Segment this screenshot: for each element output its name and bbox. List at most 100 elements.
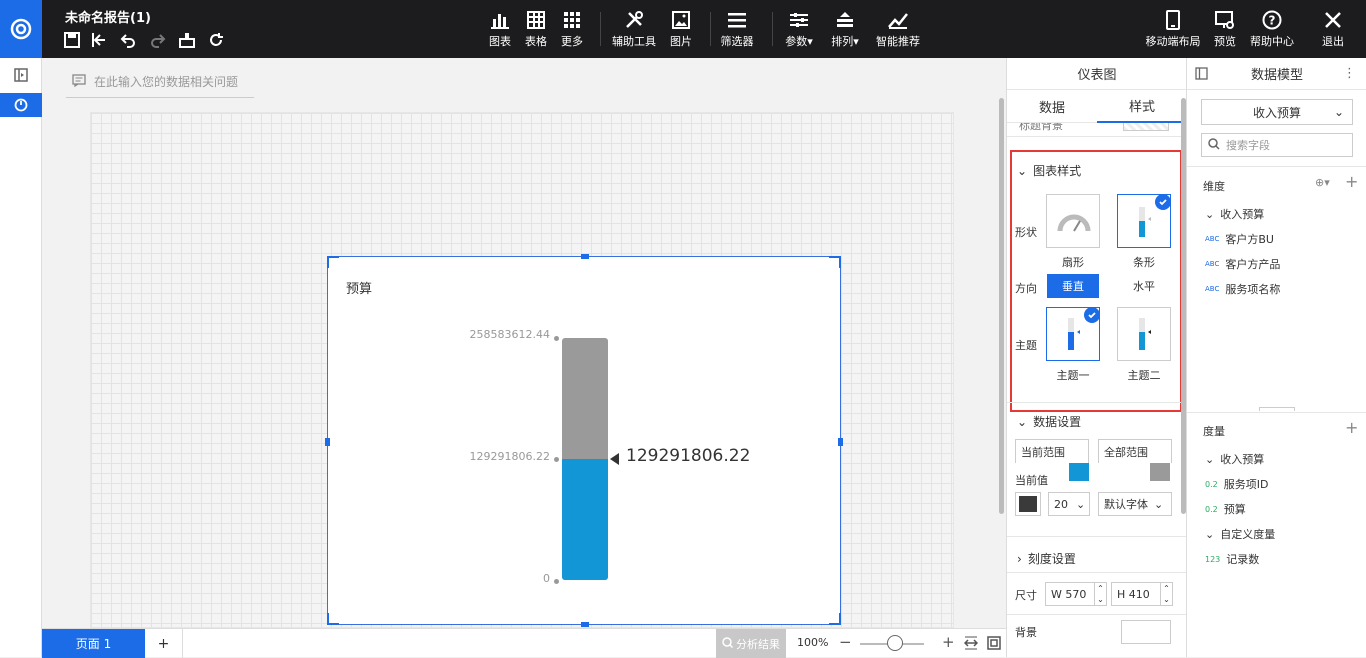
- undo-icon[interactable]: [118, 30, 138, 50]
- zoom-slider-knob[interactable]: [887, 635, 903, 651]
- fit-width-icon[interactable]: [963, 636, 979, 653]
- divider: [1007, 136, 1187, 137]
- arrange-button[interactable]: 排列▾: [826, 8, 864, 49]
- param-button[interactable]: 参数▾: [780, 8, 818, 49]
- font-color-picker[interactable]: [1015, 492, 1041, 516]
- resize-corner[interactable]: [327, 256, 339, 268]
- report-canvas[interactable]: 预算 258583612.44 129291806.22 0 129291806…: [90, 112, 954, 628]
- resize-corner[interactable]: [829, 613, 841, 625]
- dimension-field[interactable]: ABC 服务项名称: [1205, 281, 1280, 297]
- measure-field[interactable]: 0.2 预算: [1205, 501, 1246, 517]
- background-color-picker[interactable]: [1121, 620, 1171, 644]
- all-range-color[interactable]: [1150, 463, 1170, 481]
- zoom-in-button[interactable]: +: [942, 633, 955, 651]
- font-size-select[interactable]: 20 ⌄: [1048, 492, 1090, 516]
- page-tab[interactable]: 页面 1: [42, 629, 145, 658]
- stepper-icon[interactable]: ⌃ ⌄: [1160, 583, 1172, 605]
- exit-button[interactable]: 退出: [1318, 8, 1348, 49]
- stepper-icon[interactable]: ⌃ ⌄: [1094, 583, 1106, 605]
- shape-fan-label: 扇形: [1062, 256, 1084, 269]
- scale-settings-section[interactable]: › 刻度设置: [1017, 550, 1076, 567]
- gauge-widget[interactable]: 预算 258583612.44 129291806.22 0 129291806…: [325, 254, 843, 627]
- add-measure-icon[interactable]: +: [1345, 418, 1358, 437]
- toolbar-divider: [772, 12, 773, 46]
- redo-icon[interactable]: [148, 30, 168, 50]
- analysis-result-button[interactable]: 分析结果: [716, 629, 786, 658]
- globe-icon[interactable]: ⊕▾: [1315, 176, 1330, 189]
- chart-button[interactable]: 图表: [484, 8, 516, 49]
- width-input[interactable]: W 570 ⌃ ⌄: [1045, 582, 1107, 606]
- mobile-layout-button[interactable]: 移动端布局: [1144, 8, 1202, 49]
- save-icon[interactable]: [62, 30, 82, 50]
- svg-text:?: ?: [1269, 14, 1276, 28]
- filter-button[interactable]: 筛选器: [718, 8, 756, 49]
- left-sidebar: [0, 58, 42, 657]
- direction-vertical-button[interactable]: 垂直: [1047, 274, 1099, 298]
- custom-measure-group[interactable]: ⌄ 自定义度量: [1205, 526, 1275, 542]
- tab-data[interactable]: 数据: [1007, 90, 1097, 123]
- height-input[interactable]: H 410 ⌃ ⌄: [1111, 582, 1173, 606]
- title-bg-swatch[interactable]: [1123, 123, 1169, 131]
- current-range-color[interactable]: [1069, 463, 1089, 481]
- format-brush-icon[interactable]: [177, 30, 197, 50]
- preview-button[interactable]: 预览: [1210, 8, 1240, 49]
- collapse-panel-icon[interactable]: [0, 64, 42, 86]
- measure-field[interactable]: 123 记录数: [1205, 551, 1259, 567]
- add-page-button[interactable]: +: [145, 629, 183, 658]
- gauge-nav-icon[interactable]: [0, 93, 42, 117]
- back-icon[interactable]: [89, 30, 109, 50]
- resize-corner[interactable]: [829, 256, 841, 268]
- canvas-scrollbar[interactable]: [999, 98, 1004, 514]
- dimension-field[interactable]: ABC 客户方产品: [1205, 256, 1280, 272]
- help-center-button[interactable]: ? 帮助中心: [1248, 8, 1296, 49]
- app-logo[interactable]: [0, 0, 42, 58]
- dimension-group[interactable]: ⌄ 收入预算: [1205, 206, 1264, 222]
- resize-handle-right[interactable]: [838, 438, 843, 446]
- panel-tabs: 数据 样式: [1007, 90, 1187, 123]
- image-button[interactable]: 图片: [666, 8, 696, 49]
- more-vertical-icon[interactable]: ⋮: [1343, 66, 1356, 81]
- data-settings-section[interactable]: ⌄ 数据设置: [1017, 413, 1081, 430]
- chevron-down-icon: ⌄: [1017, 163, 1028, 178]
- current-range-box[interactable]: 当前范围: [1015, 439, 1089, 463]
- report-title[interactable]: 未命名报告(1): [65, 7, 151, 26]
- resize-handle-bottom[interactable]: [581, 622, 589, 627]
- zoom-out-button[interactable]: −: [839, 633, 852, 651]
- measure-group[interactable]: ⌄ 收入预算: [1205, 451, 1264, 467]
- font-family-select[interactable]: 默认字体 ⌄: [1098, 492, 1172, 516]
- chevron-down-icon: ⌄: [1017, 414, 1028, 429]
- resize-corner[interactable]: [327, 613, 339, 625]
- theme-two-label: 主题二: [1127, 369, 1161, 382]
- gauge-value-label: 129291806.22: [626, 446, 751, 466]
- theme-one-option[interactable]: [1046, 307, 1100, 361]
- shape-bar-option[interactable]: [1117, 194, 1171, 248]
- field-search-input[interactable]: 搜索字段: [1201, 133, 1353, 157]
- mobile-icon: [1144, 8, 1202, 32]
- measure-field[interactable]: 0.2 服务项ID: [1205, 476, 1268, 492]
- table-button[interactable]: 表格: [520, 8, 552, 49]
- data-question-input[interactable]: 在此输入您的数据相关问题: [66, 66, 254, 98]
- size-label: 尺寸: [1015, 589, 1037, 602]
- theme-two-icon: [1139, 318, 1151, 350]
- resize-handle-top[interactable]: [581, 254, 589, 259]
- theme-two-option[interactable]: [1117, 307, 1171, 361]
- aux-tools-button[interactable]: 辅助工具: [610, 8, 658, 49]
- dataset-select[interactable]: 收入预算 ⌄: [1201, 99, 1353, 125]
- gauge-track: [562, 338, 608, 580]
- chart-style-section[interactable]: ⌄ 图表样式: [1017, 162, 1081, 179]
- fit-page-icon[interactable]: [987, 636, 1001, 653]
- shape-fan-option[interactable]: [1046, 194, 1100, 248]
- all-range-box[interactable]: 全部范围: [1098, 439, 1172, 463]
- panel-splitter[interactable]: [1259, 407, 1295, 411]
- resize-handle-left[interactable]: [325, 438, 330, 446]
- dimension-field[interactable]: ABC 客户方BU: [1205, 231, 1274, 247]
- tab-style[interactable]: 样式: [1097, 90, 1187, 123]
- bar-chart-icon: [484, 8, 516, 32]
- chevron-down-icon: ⌄: [1333, 105, 1344, 119]
- tick-dot: [554, 457, 559, 462]
- add-dimension-icon[interactable]: +: [1345, 172, 1358, 191]
- more-button[interactable]: 更多: [556, 8, 588, 49]
- direction-horizontal-button[interactable]: 水平: [1118, 274, 1170, 298]
- smart-recommend-button[interactable]: 智能推荐: [874, 8, 922, 49]
- refresh-icon[interactable]: [206, 30, 226, 50]
